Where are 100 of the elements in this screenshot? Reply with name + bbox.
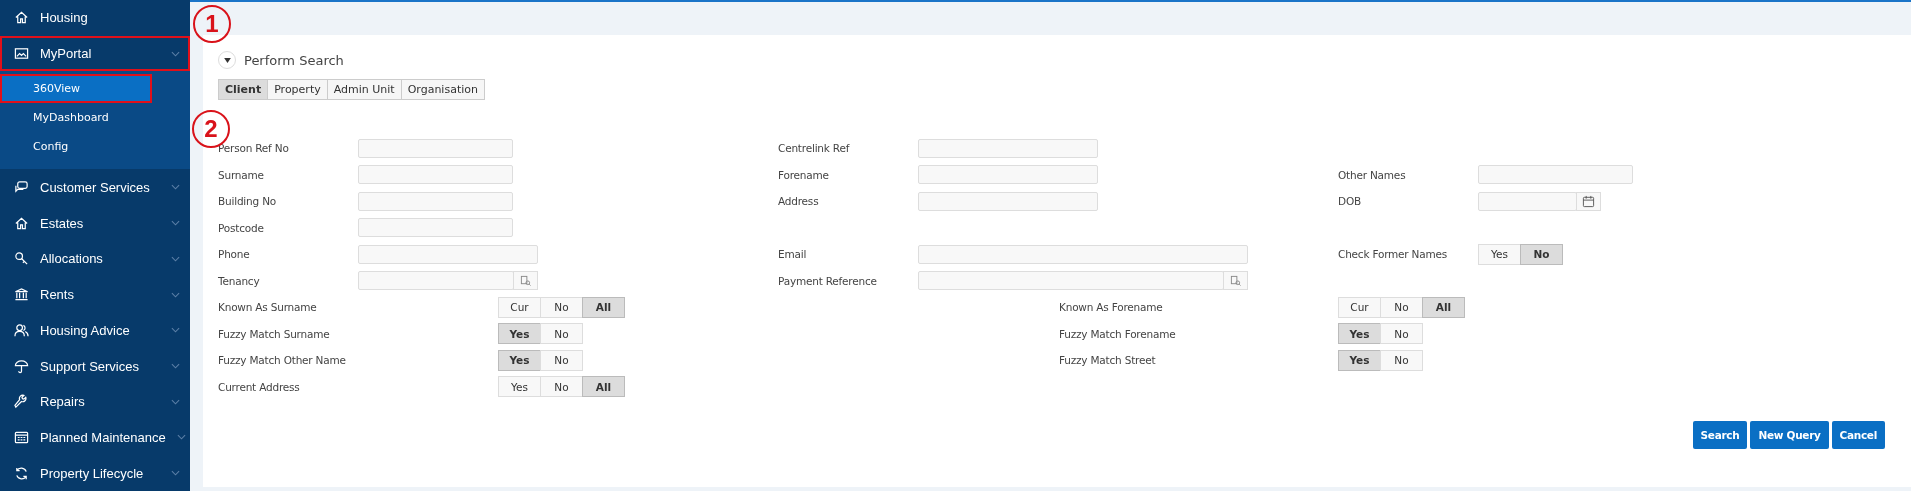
input-field[interactable] bbox=[918, 271, 1224, 291]
calendar-icon bbox=[14, 429, 29, 445]
field-label: Phone bbox=[218, 248, 251, 261]
field-label: DOB bbox=[1338, 195, 1362, 208]
input-field[interactable] bbox=[358, 138, 513, 158]
submenu-item[interactable]: MyDashboard bbox=[0, 103, 190, 133]
toggle-option[interactable]: All bbox=[582, 296, 625, 318]
tab[interactable]: Property bbox=[267, 79, 328, 100]
sidebar-item[interactable]: Allocations bbox=[0, 240, 190, 277]
toggle-option[interactable]: No bbox=[1380, 323, 1423, 345]
annotation-circle: 1 bbox=[193, 5, 231, 43]
tab[interactable]: Organisation bbox=[400, 79, 485, 100]
tab[interactable]: Client bbox=[218, 79, 269, 100]
field-label: Known As Forename bbox=[1059, 301, 1164, 314]
submenu-item[interactable]: Config bbox=[0, 132, 190, 162]
input-field[interactable] bbox=[358, 218, 513, 238]
input-field[interactable] bbox=[918, 244, 1248, 264]
toggle-option[interactable]: No bbox=[540, 349, 583, 371]
date-field[interactable] bbox=[1478, 191, 1577, 211]
input-field[interactable] bbox=[358, 244, 538, 264]
sidebar-item[interactable]: MyPortal bbox=[0, 35, 190, 72]
action-button[interactable]: Search bbox=[1692, 421, 1748, 449]
chevron-down-icon bbox=[171, 50, 180, 57]
bank-icon bbox=[14, 287, 29, 303]
sidebar-item[interactable]: Rents bbox=[0, 276, 190, 313]
field-label: Check Former Names bbox=[1338, 248, 1449, 261]
chevron-down-icon bbox=[171, 291, 180, 298]
sidebar-item[interactable]: Housing Advice bbox=[0, 312, 190, 349]
sidebar-item[interactable]: Estates bbox=[0, 205, 190, 241]
sidebar-item[interactable]: Housing bbox=[0, 0, 190, 36]
submenu-item[interactable]: 360View bbox=[0, 74, 152, 104]
toggle-option[interactable]: No bbox=[1520, 243, 1563, 265]
chevron-down-icon bbox=[171, 255, 180, 262]
field-label: Payment Reference bbox=[778, 274, 878, 287]
input-field[interactable] bbox=[358, 191, 513, 211]
triangle-down-icon bbox=[223, 57, 231, 63]
toggle-option[interactable]: Yes bbox=[498, 376, 541, 398]
toggle-option[interactable]: Cur bbox=[498, 296, 541, 318]
chevron-down-icon bbox=[171, 470, 180, 477]
action-button[interactable]: Cancel bbox=[1831, 421, 1885, 449]
toggle-option[interactable]: No bbox=[540, 323, 583, 345]
field-label: Postcode bbox=[218, 221, 265, 234]
field-label: Fuzzy Match Surname bbox=[218, 327, 331, 340]
lookup-button[interactable] bbox=[1223, 271, 1248, 291]
input-field[interactable] bbox=[918, 191, 1098, 211]
sidebar-item[interactable]: Support Services bbox=[0, 348, 190, 384]
calendar-button[interactable] bbox=[1576, 191, 1601, 211]
field-label: Surname bbox=[218, 168, 265, 181]
input-field[interactable] bbox=[918, 138, 1098, 158]
key-icon bbox=[14, 251, 29, 267]
toggle-option[interactable]: Yes bbox=[498, 323, 541, 345]
field-label: Fuzzy Match Street bbox=[1059, 354, 1157, 367]
sidebar-item[interactable]: Planned Maintenance bbox=[0, 419, 190, 456]
house-icon bbox=[14, 10, 29, 26]
chevron-down-icon bbox=[171, 327, 180, 334]
chevron-down-icon bbox=[176, 434, 186, 441]
people-icon bbox=[14, 322, 29, 338]
tab[interactable]: Admin Unit bbox=[326, 79, 402, 100]
field-label: Fuzzy Match Forename bbox=[1059, 327, 1177, 340]
field-label: Centrelink Ref bbox=[778, 142, 851, 155]
toggle-option[interactable]: All bbox=[582, 376, 625, 398]
toggle-option[interactable]: Cur bbox=[1338, 296, 1381, 318]
sidebar-item[interactable]: Customer Services bbox=[0, 169, 190, 206]
chevron-down-icon bbox=[171, 184, 180, 191]
field-label: Address bbox=[778, 195, 820, 208]
umbrella-icon bbox=[14, 358, 29, 374]
input-field[interactable] bbox=[918, 165, 1098, 185]
field-label: Known As Surname bbox=[218, 301, 318, 314]
toggle-option[interactable]: Yes bbox=[1338, 323, 1381, 345]
field-label: Fuzzy Match Other Name bbox=[218, 354, 347, 367]
input-field[interactable] bbox=[1478, 165, 1633, 185]
sidebar-item[interactable]: Repairs bbox=[0, 383, 190, 420]
chevron-down-icon bbox=[171, 363, 180, 369]
refresh-icon bbox=[14, 465, 29, 481]
input-field[interactable] bbox=[358, 165, 513, 185]
field-label: Tenancy bbox=[218, 274, 261, 287]
chevron-down-icon bbox=[171, 220, 180, 227]
input-field[interactable] bbox=[358, 271, 514, 291]
toggle-option[interactable]: No bbox=[1380, 296, 1423, 318]
toggle-option[interactable]: No bbox=[1380, 349, 1423, 371]
house-icon bbox=[14, 215, 29, 231]
toggle-option[interactable]: Yes bbox=[498, 349, 541, 371]
toggle-option[interactable]: Yes bbox=[1338, 349, 1381, 371]
action-button[interactable]: New Query bbox=[1750, 421, 1829, 449]
chevron-down-icon bbox=[171, 398, 180, 405]
field-label: Other Names bbox=[1338, 168, 1407, 181]
toggle-option[interactable]: All bbox=[1422, 296, 1465, 318]
chat-icon bbox=[14, 179, 29, 195]
collapse-toggle[interactable] bbox=[218, 51, 236, 69]
lookup-icon bbox=[520, 275, 531, 287]
lookup-button[interactable] bbox=[513, 271, 538, 291]
toggle-option[interactable]: No bbox=[540, 296, 583, 318]
field-label: Forename bbox=[778, 168, 830, 181]
sidebar-item[interactable]: Property Lifecycle bbox=[0, 455, 190, 491]
lookup-icon bbox=[1230, 275, 1241, 287]
panel-title: Perform Search bbox=[244, 52, 344, 68]
field-label: Person Ref No bbox=[218, 142, 290, 155]
toggle-option[interactable]: Yes bbox=[1478, 243, 1521, 265]
toggle-option[interactable]: No bbox=[540, 376, 583, 398]
field-label: Building No bbox=[218, 195, 277, 208]
